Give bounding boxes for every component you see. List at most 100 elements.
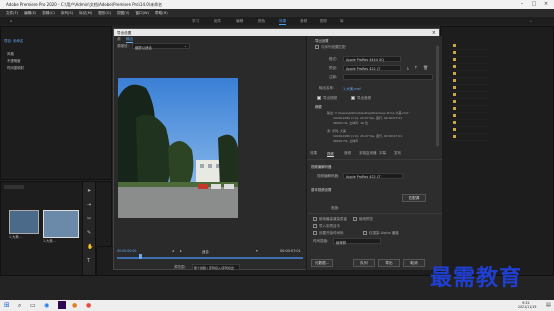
window-controls: – □ × bbox=[516, 1, 552, 7]
clip-thumbnail[interactable] bbox=[43, 210, 79, 238]
tab-publish[interactable]: 发布 bbox=[394, 151, 401, 156]
workspace-tab-audio[interactable]: 音频 bbox=[300, 19, 307, 24]
edge-browser-icon[interactable]: ◉ bbox=[44, 302, 49, 309]
export-audio-checkbox[interactable] bbox=[351, 96, 355, 100]
max-render-quality-label: 使用最高渲染质量 bbox=[319, 217, 347, 221]
match-sequence-label: 与序列设置匹配 bbox=[321, 45, 346, 49]
timecode-current[interactable]: 00:00:00:00 bbox=[117, 249, 136, 253]
alpha-only-checkbox[interactable] bbox=[363, 231, 367, 235]
cancel-button[interactable]: 取消 bbox=[403, 259, 425, 267]
workspace-tab-learn[interactable]: 学习 bbox=[192, 19, 199, 24]
selection-tool-icon[interactable]: ➤ bbox=[87, 188, 91, 194]
close-icon[interactable]: × bbox=[540, 1, 552, 7]
import-into-project-checkbox[interactable] bbox=[313, 224, 317, 228]
tab-effects[interactable]: 效果 bbox=[310, 151, 317, 156]
save-preset-icon[interactable]: ⤓ bbox=[407, 65, 409, 70]
razor-icon[interactable]: ✂ bbox=[87, 216, 91, 222]
menu-graphics[interactable]: 图形(G) bbox=[98, 11, 111, 16]
marker-icon[interactable]: ▾ bbox=[256, 249, 258, 253]
workspace-tab-libraries[interactable]: 库 bbox=[340, 19, 344, 24]
effect-item-opacity[interactable]: 不透明度 bbox=[7, 58, 21, 63]
menu-sequence[interactable]: 序列(S) bbox=[61, 11, 73, 16]
tab-captions[interactable]: 字幕 bbox=[379, 151, 386, 156]
home-icon[interactable]: ⌂ bbox=[10, 19, 12, 23]
menu-window[interactable]: 窗口(W) bbox=[135, 11, 149, 16]
source-range-select[interactable]: 整个剪辑 / 序列切入/序列切出 bbox=[192, 264, 240, 270]
export-audio-label: 导出音频 bbox=[357, 96, 371, 100]
max-render-quality-checkbox[interactable] bbox=[313, 217, 317, 221]
export-button[interactable]: 导出 bbox=[378, 259, 400, 267]
basic-video-heading[interactable]: 基本视频设置 bbox=[311, 187, 331, 192]
project-tab[interactable]: 项目: 未命名 bbox=[4, 38, 23, 43]
clip-label: 1-大美... bbox=[43, 239, 56, 243]
comments-field[interactable] bbox=[343, 74, 433, 80]
summary-output: 输出: C:\Users\Admin\Desktop\Premiere Pro\… bbox=[327, 111, 409, 115]
import-preset-icon[interactable]: ⤒ bbox=[415, 65, 417, 70]
import-into-project-label: 导入到项目中 bbox=[319, 224, 340, 228]
set-start-timecode-checkbox[interactable] bbox=[313, 231, 317, 235]
app-icon[interactable]: ● bbox=[86, 302, 91, 309]
time-interp-select[interactable]: 帧采样 bbox=[333, 238, 381, 245]
tab-source[interactable]: 源 bbox=[117, 37, 121, 42]
menu-clip[interactable]: 剪辑(C) bbox=[42, 11, 55, 16]
pen-icon[interactable]: ✎ bbox=[87, 230, 91, 236]
export-settings-heading: 导出设置 bbox=[315, 39, 329, 43]
tab-audio[interactable]: 音频 bbox=[344, 151, 351, 156]
scrollbar[interactable] bbox=[436, 46, 439, 146]
clock-date[interactable]: 2021/11/19 bbox=[518, 305, 536, 309]
folder-icon bbox=[453, 44, 456, 140]
type-icon[interactable]: T bbox=[87, 258, 90, 264]
menu-help[interactable]: 帮助(H) bbox=[155, 11, 168, 16]
track-select-icon[interactable]: ⇥ bbox=[87, 202, 91, 208]
clock-time[interactable]: 9:32 bbox=[522, 301, 530, 305]
minimize-icon[interactable]: – bbox=[516, 1, 528, 7]
menu-view[interactable]: 视图(V) bbox=[117, 11, 129, 16]
search-icon[interactable]: ⌕ bbox=[530, 19, 532, 23]
fit-select[interactable]: 适合 bbox=[202, 249, 209, 254]
dialog-title: 导出设置 bbox=[117, 30, 132, 35]
workspace-tab-edit[interactable]: 编辑 bbox=[236, 19, 243, 24]
workspace-tab-color[interactable]: 颜色 bbox=[258, 19, 265, 24]
match-source-button[interactable]: 匹配源 bbox=[402, 194, 426, 202]
source-range-label: 源范围: bbox=[174, 265, 186, 269]
project-panel-tab[interactable] bbox=[4, 185, 24, 189]
effect-item-motion[interactable]: 风格 bbox=[7, 51, 14, 56]
effect-item-time-remap[interactable]: 时间重映射 bbox=[7, 65, 24, 70]
menu-file[interactable]: 文件(F) bbox=[6, 11, 18, 16]
output-name-link[interactable]: 1-大美.mxf bbox=[343, 86, 361, 91]
maximize-icon[interactable]: □ bbox=[528, 1, 540, 7]
workspace-tab-assembly[interactable]: 组件 bbox=[214, 19, 221, 24]
queue-button[interactable]: 队列 bbox=[353, 259, 375, 267]
set-in-icon[interactable]: ◂ bbox=[172, 249, 174, 253]
use-previews-checkbox[interactable] bbox=[353, 217, 357, 221]
menu-edit[interactable]: 编辑(E) bbox=[24, 11, 36, 16]
clip-thumbnail[interactable] bbox=[9, 210, 39, 234]
set-out-icon[interactable]: ▸ bbox=[180, 249, 182, 253]
match-sequence-checkbox[interactable] bbox=[315, 45, 319, 49]
video-codec-select[interactable]: Apple ProRes 422 LT bbox=[343, 173, 403, 179]
source-scaling-select[interactable]: 缩放以适合 ⌄ bbox=[132, 43, 190, 50]
app-icon[interactable]: ● bbox=[72, 302, 77, 309]
hand-icon[interactable]: ✋ bbox=[87, 244, 93, 250]
video-codec-heading[interactable]: 视频编解码器 bbox=[311, 164, 331, 169]
search-icon[interactable]: ⌕ bbox=[18, 302, 21, 310]
workspace-tab-effects[interactable]: 效果 bbox=[279, 19, 287, 25]
notification-icon[interactable]: ▤ bbox=[546, 302, 551, 308]
delete-preset-icon[interactable]: 🗑 bbox=[423, 65, 428, 70]
preset-select[interactable]: Apple ProRes 422 LT bbox=[343, 65, 401, 71]
workspace-tab-graphics[interactable]: 图形 bbox=[320, 19, 327, 24]
export-video-checkbox[interactable] bbox=[317, 96, 321, 100]
playhead[interactable] bbox=[139, 254, 142, 259]
tab-multiplexer[interactable]: 多路复用器 bbox=[359, 151, 377, 156]
metadata-button[interactable]: 元数据... bbox=[311, 259, 333, 267]
premiere-pro-icon[interactable] bbox=[58, 301, 66, 309]
menu-marker[interactable]: 标记(M) bbox=[79, 11, 92, 16]
scrub-bar[interactable] bbox=[117, 257, 303, 259]
summary-heading: 摘要 bbox=[315, 105, 322, 109]
format-select[interactable]: Apple ProRes 4444 XQ bbox=[343, 56, 401, 62]
watermark-logo: 最需教育 bbox=[430, 266, 523, 291]
tab-video[interactable]: 视频 bbox=[327, 151, 334, 157]
windows-start-icon[interactable]: ⊞ bbox=[4, 301, 10, 309]
task-view-icon[interactable]: ▭ bbox=[30, 302, 36, 309]
close-icon[interactable]: × bbox=[432, 30, 436, 36]
